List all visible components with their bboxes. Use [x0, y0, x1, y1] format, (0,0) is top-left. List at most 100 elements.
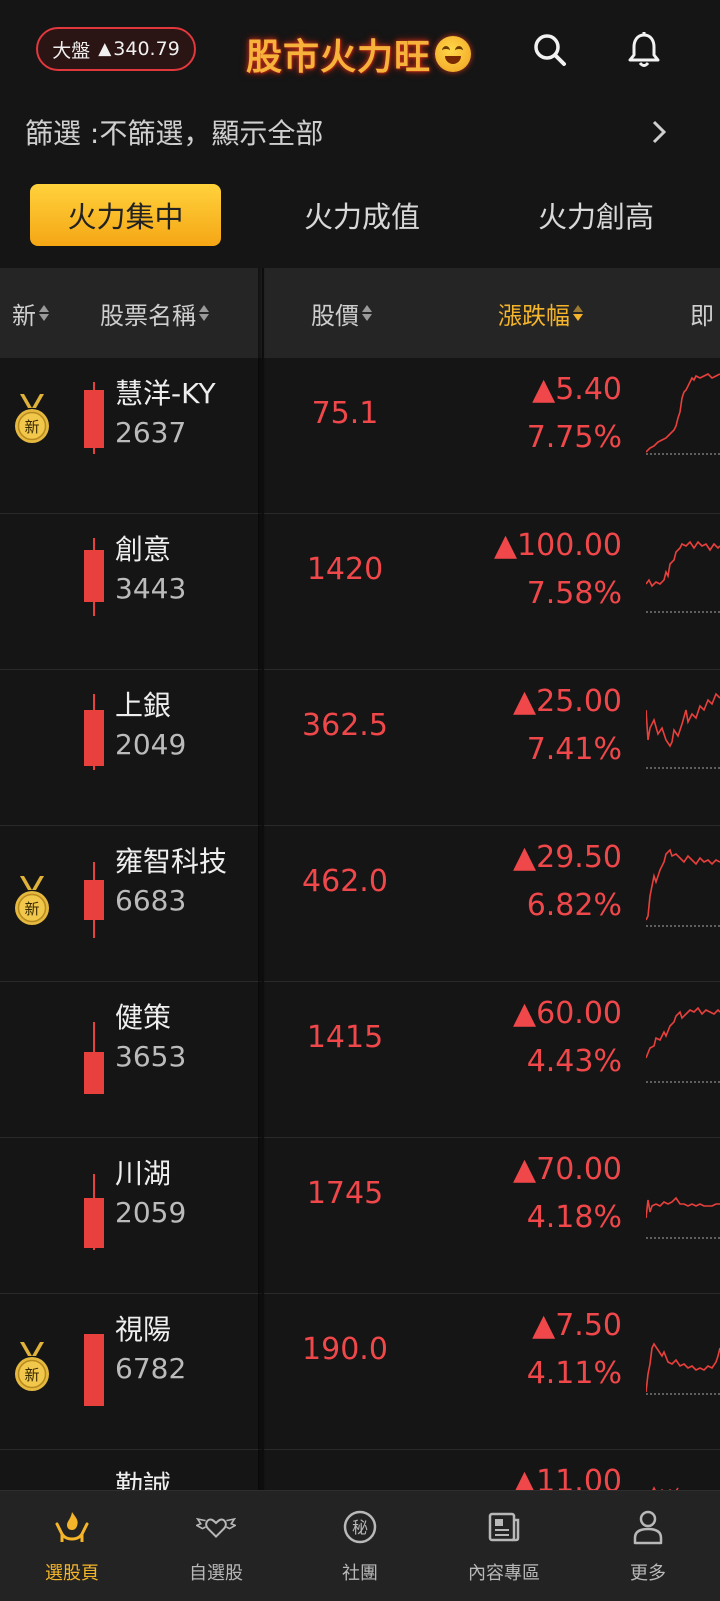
- candlestick-icon: [84, 1022, 104, 1094]
- table-row[interactable]: 新 視陽 6782 190.0 ▲7.50 4.11%: [0, 1294, 720, 1450]
- stock-change: ▲7.50: [532, 1308, 622, 1343]
- stock-change-pct: 6.82%: [526, 888, 622, 923]
- stock-change: ▲29.50: [513, 840, 622, 875]
- stock-change-pct: 7.75%: [526, 420, 622, 455]
- col-header-realtime[interactable]: 即: [690, 268, 714, 358]
- nav-content[interactable]: 內容專區: [432, 1491, 576, 1601]
- col-header-name[interactable]: 股票名稱: [100, 268, 209, 358]
- person-icon: [633, 1510, 663, 1545]
- stock-code: 3443: [115, 572, 187, 605]
- col-header-change-label: 漲跌幅: [498, 301, 570, 330]
- stock-name: 雍智科技: [115, 845, 228, 878]
- search-button[interactable]: [528, 28, 572, 72]
- stock-name: 勤誠: [115, 1469, 172, 1490]
- stock-list[interactable]: 新 慧洋-KY 2637 75.1 ▲5.40 7.75% 創意 3443 14…: [0, 358, 720, 1490]
- candlestick-icon: [84, 1334, 104, 1406]
- sparkline: [646, 848, 720, 927]
- nav-label: 選股頁: [45, 1563, 99, 1584]
- sparkline: [647, 1486, 679, 1490]
- new-medal-icon: 新: [15, 394, 49, 443]
- nav-label: 社團: [342, 1563, 378, 1584]
- table-row[interactable]: 健策 3653 1415 ▲60.00 4.43%: [0, 982, 720, 1138]
- nav-more[interactable]: 更多: [576, 1491, 720, 1601]
- sparkline: [646, 1006, 720, 1083]
- col-header-new[interactable]: 新: [12, 268, 49, 358]
- candlestick-icon: [84, 862, 104, 938]
- table-row[interactable]: 新 慧洋-KY 2637 75.1 ▲5.40 7.75%: [0, 358, 720, 514]
- candlestick-icon: [84, 538, 104, 616]
- sparkline: [646, 540, 720, 613]
- stock-name: 創意: [115, 533, 172, 566]
- svg-text:秘: 秘: [352, 1518, 368, 1537]
- winged-heart-icon: [196, 1517, 236, 1539]
- table-row[interactable]: 創意 3443 1420 ▲100.00 7.58%: [0, 514, 720, 670]
- table-row[interactable]: 勤誠 ▲11.00: [0, 1450, 720, 1490]
- table-row[interactable]: 上銀 2049 362.5 ▲25.00 7.41%: [0, 670, 720, 826]
- tab-bar: 火力集中 火力成值 火力創高: [0, 180, 720, 248]
- stock-change-pct: 4.11%: [526, 1356, 622, 1391]
- chevron-right-icon: [652, 120, 667, 144]
- table-row[interactable]: 新 雍智科技 6683 462.0 ▲29.50 6.82%: [0, 826, 720, 982]
- sort-icon: [199, 304, 209, 322]
- market-up-arrow: ▲: [98, 39, 112, 59]
- stock-change-pct: 7.58%: [526, 576, 622, 611]
- col-header-price-label: 股價: [311, 301, 359, 330]
- stock-change-pct: 7.41%: [526, 732, 622, 767]
- tab-fire-turnover[interactable]: 火力成值: [262, 184, 462, 246]
- nav-stock-picker[interactable]: 選股頁: [0, 1491, 144, 1601]
- market-index-value: 340.79: [113, 38, 180, 60]
- bell-icon: [628, 32, 660, 67]
- stock-code: 6782: [115, 1352, 187, 1385]
- tab-fire-focus[interactable]: 火力集中: [30, 184, 221, 246]
- market-index-label: 大盤: [52, 39, 91, 62]
- filter-bar[interactable]: 篩選 :不篩選，顯示全部: [0, 100, 720, 164]
- stock-name: 上銀: [115, 689, 172, 722]
- grin-emoji-icon: [435, 36, 472, 72]
- stock-code: 2637: [115, 416, 187, 449]
- stock-change: ▲60.00: [513, 996, 622, 1031]
- nav-watchlist[interactable]: 自選股: [144, 1491, 288, 1601]
- app-title-text: 股市火力旺: [246, 36, 432, 78]
- nav-label: 更多: [630, 1563, 666, 1584]
- nav-label: 內容專區: [468, 1563, 540, 1584]
- notifications-button[interactable]: [622, 28, 666, 72]
- nav-community[interactable]: 秘 社團: [288, 1491, 432, 1601]
- candlestick-icon: [84, 1174, 104, 1250]
- sort-desc-icon: [573, 304, 583, 322]
- secret-badge-icon: 秘: [343, 1510, 377, 1544]
- col-header-price[interactable]: 股價: [311, 268, 372, 358]
- col-header-name-label: 股票名稱: [100, 301, 196, 330]
- stock-price: 462.0: [302, 864, 388, 899]
- market-index-pill[interactable]: 大盤 ▲ 340.79: [36, 27, 196, 71]
- stock-code: 2059: [115, 1196, 187, 1229]
- sparkline: [646, 1196, 720, 1239]
- sparkline: [646, 692, 720, 769]
- table-row[interactable]: 川湖 2059 1745 ▲70.00 4.18%: [0, 1138, 720, 1294]
- stock-name: 健策: [115, 1001, 172, 1034]
- stock-name: 慧洋-KY: [115, 377, 216, 410]
- sort-icon: [39, 304, 49, 322]
- stock-price: 75.1: [311, 396, 379, 431]
- candlestick-icon: [84, 382, 104, 454]
- stock-price: 1420: [306, 552, 384, 587]
- table-header: 新 股票名稱 股價 漲跌幅 即: [0, 268, 720, 358]
- stock-change-pct: 4.43%: [526, 1044, 622, 1079]
- nav-label: 自選股: [189, 1563, 243, 1584]
- newspaper-icon: [488, 1512, 520, 1542]
- stock-name: 川湖: [115, 1157, 172, 1190]
- stock-name: 視陽: [115, 1313, 172, 1346]
- svg-text:新: 新: [24, 418, 39, 436]
- frozen-column-divider: [262, 268, 264, 1490]
- tab-fire-new-high[interactable]: 火力創高: [496, 184, 696, 246]
- new-medal-icon: 新: [15, 1342, 49, 1391]
- search-icon: [534, 34, 566, 66]
- stock-code: 3653: [115, 1040, 187, 1073]
- flame-hands-icon: [55, 1512, 89, 1542]
- stock-change: ▲25.00: [513, 684, 622, 719]
- stock-price: 362.5: [302, 708, 388, 743]
- sparkline: [646, 373, 720, 455]
- candlestick-icon: [84, 694, 104, 770]
- stock-price: 1415: [306, 1020, 384, 1055]
- col-header-change[interactable]: 漲跌幅: [498, 268, 583, 358]
- sparkline: [646, 1342, 720, 1395]
